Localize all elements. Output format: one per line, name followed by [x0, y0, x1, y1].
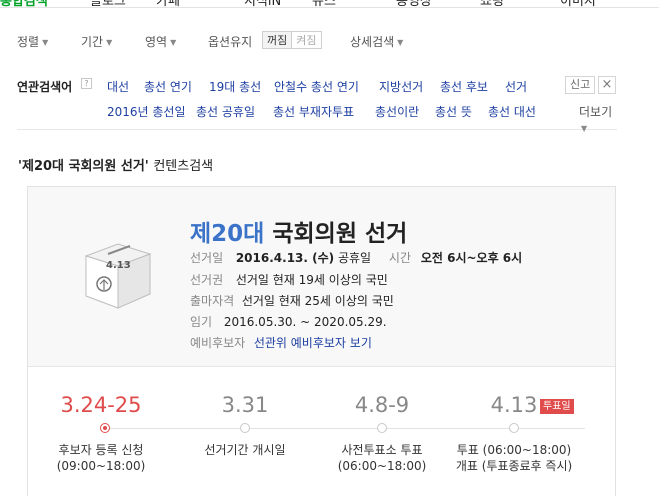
ballot-date-label: 4.13	[106, 260, 131, 271]
timeline-dot	[377, 423, 387, 433]
nav-item-blog[interactable]: 블로그	[90, 0, 126, 9]
precandidate-link[interactable]: 선관위 예비후보자 보기	[254, 336, 372, 350]
caret-down-icon: ▼	[42, 38, 49, 47]
election-summary: 4.13 제20대 국회의원 선거 선거일 2016.4.13. (수) 공휴일…	[28, 187, 615, 367]
sort-dropdown[interactable]: 정렬 ▼	[17, 33, 48, 50]
related-searches: 연관검색어 ? 대선 총선 연기 19대 총선 안철수 총선 연기 지방선거 총…	[17, 66, 617, 133]
content-search-title: '제20대 국회의원 선거' 컨텐츠검색	[18, 159, 214, 174]
caret-down-icon: ▼	[581, 124, 588, 133]
area-dropdown[interactable]: 영역 ▼	[145, 33, 176, 50]
related-title: 연관검색어	[17, 80, 73, 94]
nav-item-video[interactable]: 동영상	[396, 0, 432, 9]
related-keyword[interactable]: 안철수 총선 연기	[274, 78, 359, 95]
nav-item-kin[interactable]: 지식iN	[244, 0, 281, 9]
nav-item-news[interactable]: 뉴스	[312, 0, 336, 9]
related-keyword[interactable]: 총선 공휴일	[196, 103, 255, 120]
candidacy-row: 출마자격 선거일 현재 25세 이상의 국민	[190, 294, 394, 308]
timeline-dot-active	[100, 423, 110, 433]
option-keep-label: 옵션유지	[208, 35, 253, 49]
related-keyword[interactable]: 총선이란	[375, 103, 419, 120]
timeline-label: 후보자 등록 신청 (09:00~18:00)	[56, 443, 146, 473]
related-keyword[interactable]: 총선 후보	[440, 78, 488, 95]
caret-down-icon: ▼	[170, 38, 177, 47]
help-icon[interactable]: ?	[81, 78, 92, 89]
nav-item-integrated[interactable]: 통합검색	[0, 0, 48, 9]
nav-item-image[interactable]: 이미지	[560, 0, 596, 9]
timeline-date: 3.31	[221, 393, 269, 417]
ballot-box-icon: 4.13	[78, 234, 156, 312]
related-keyword[interactable]: 지방선거	[379, 78, 423, 95]
more-button[interactable]: 더보기▼	[579, 103, 617, 134]
term-row: 임기 2016.05.30. ~ 2020.05.29.	[190, 315, 387, 329]
nav-item-cafe[interactable]: 카페	[156, 0, 180, 9]
timeline-label: 선거기간 개시일	[204, 443, 286, 457]
vote-day-badge: 투표일	[540, 399, 574, 414]
timeline-date: 4.8-9	[354, 393, 410, 417]
close-icon[interactable]: ×	[598, 76, 616, 94]
nav-item-shopping[interactable]: 쇼핑	[480, 0, 504, 9]
toggle-on-option[interactable]: 켜짐	[292, 32, 320, 48]
period-dropdown[interactable]: 기간 ▼	[81, 33, 112, 50]
related-keyword[interactable]: 2016년 총선일	[107, 103, 186, 120]
report-button[interactable]: 신고	[565, 76, 596, 94]
precandidate-row: 예비후보자 선관위 예비후보자 보기	[190, 336, 372, 350]
top-navigation: 통합검색 블로그 카페 지식iN 뉴스 동영상 쇼핑 이미지	[0, 0, 659, 9]
election-timeline: 3.24-25 후보자 등록 신청 (09:00~18:00) 3.31 선거기…	[28, 367, 615, 496]
detail-search-dropdown[interactable]: 상세검색 ▼	[350, 33, 403, 50]
option-keep-toggle[interactable]: 꺼짐 켜짐	[262, 31, 322, 49]
toggle-off-option[interactable]: 꺼짐	[263, 32, 293, 48]
related-keyword[interactable]: 총선 부재자투표	[273, 103, 354, 120]
related-keyword[interactable]: 19대 총선	[209, 78, 261, 95]
election-info-card: 4.13 제20대 국회의원 선거 선거일 2016.4.13. (수) 공휴일…	[27, 186, 616, 496]
election-date-row: 선거일 2016.4.13. (수) 공휴일 시간 오전 6시~오후 6시	[190, 251, 523, 265]
voters-row: 선거권 선거일 현재 19세 이상의 국민	[190, 273, 388, 287]
related-keyword[interactable]: 선거	[505, 78, 527, 95]
timeline-dot	[240, 423, 250, 433]
related-keyword[interactable]: 총선 뜻	[435, 103, 472, 120]
timeline-label: 투표 (06:00~18:00) 개표 (투표종료후 즉시)	[455, 443, 573, 473]
timeline-label: 사전투표소 투표 (06:00~18:00)	[337, 443, 427, 473]
election-title: 제20대 국회의원 선거	[190, 221, 408, 247]
related-keyword[interactable]: 총선 연기	[144, 78, 192, 95]
related-keyword[interactable]: 총선 대선	[488, 103, 536, 120]
caret-down-icon: ▼	[106, 38, 113, 47]
related-keyword[interactable]: 대선	[107, 78, 129, 95]
search-options-bar: 정렬 ▼ 기간 ▼ 영역 ▼ 옵션유지 꺼짐 켜짐 상세검색 ▼	[0, 28, 659, 54]
timeline-date: 3.24-25	[60, 393, 142, 417]
timeline-dot	[509, 423, 519, 433]
caret-down-icon: ▼	[397, 38, 404, 47]
